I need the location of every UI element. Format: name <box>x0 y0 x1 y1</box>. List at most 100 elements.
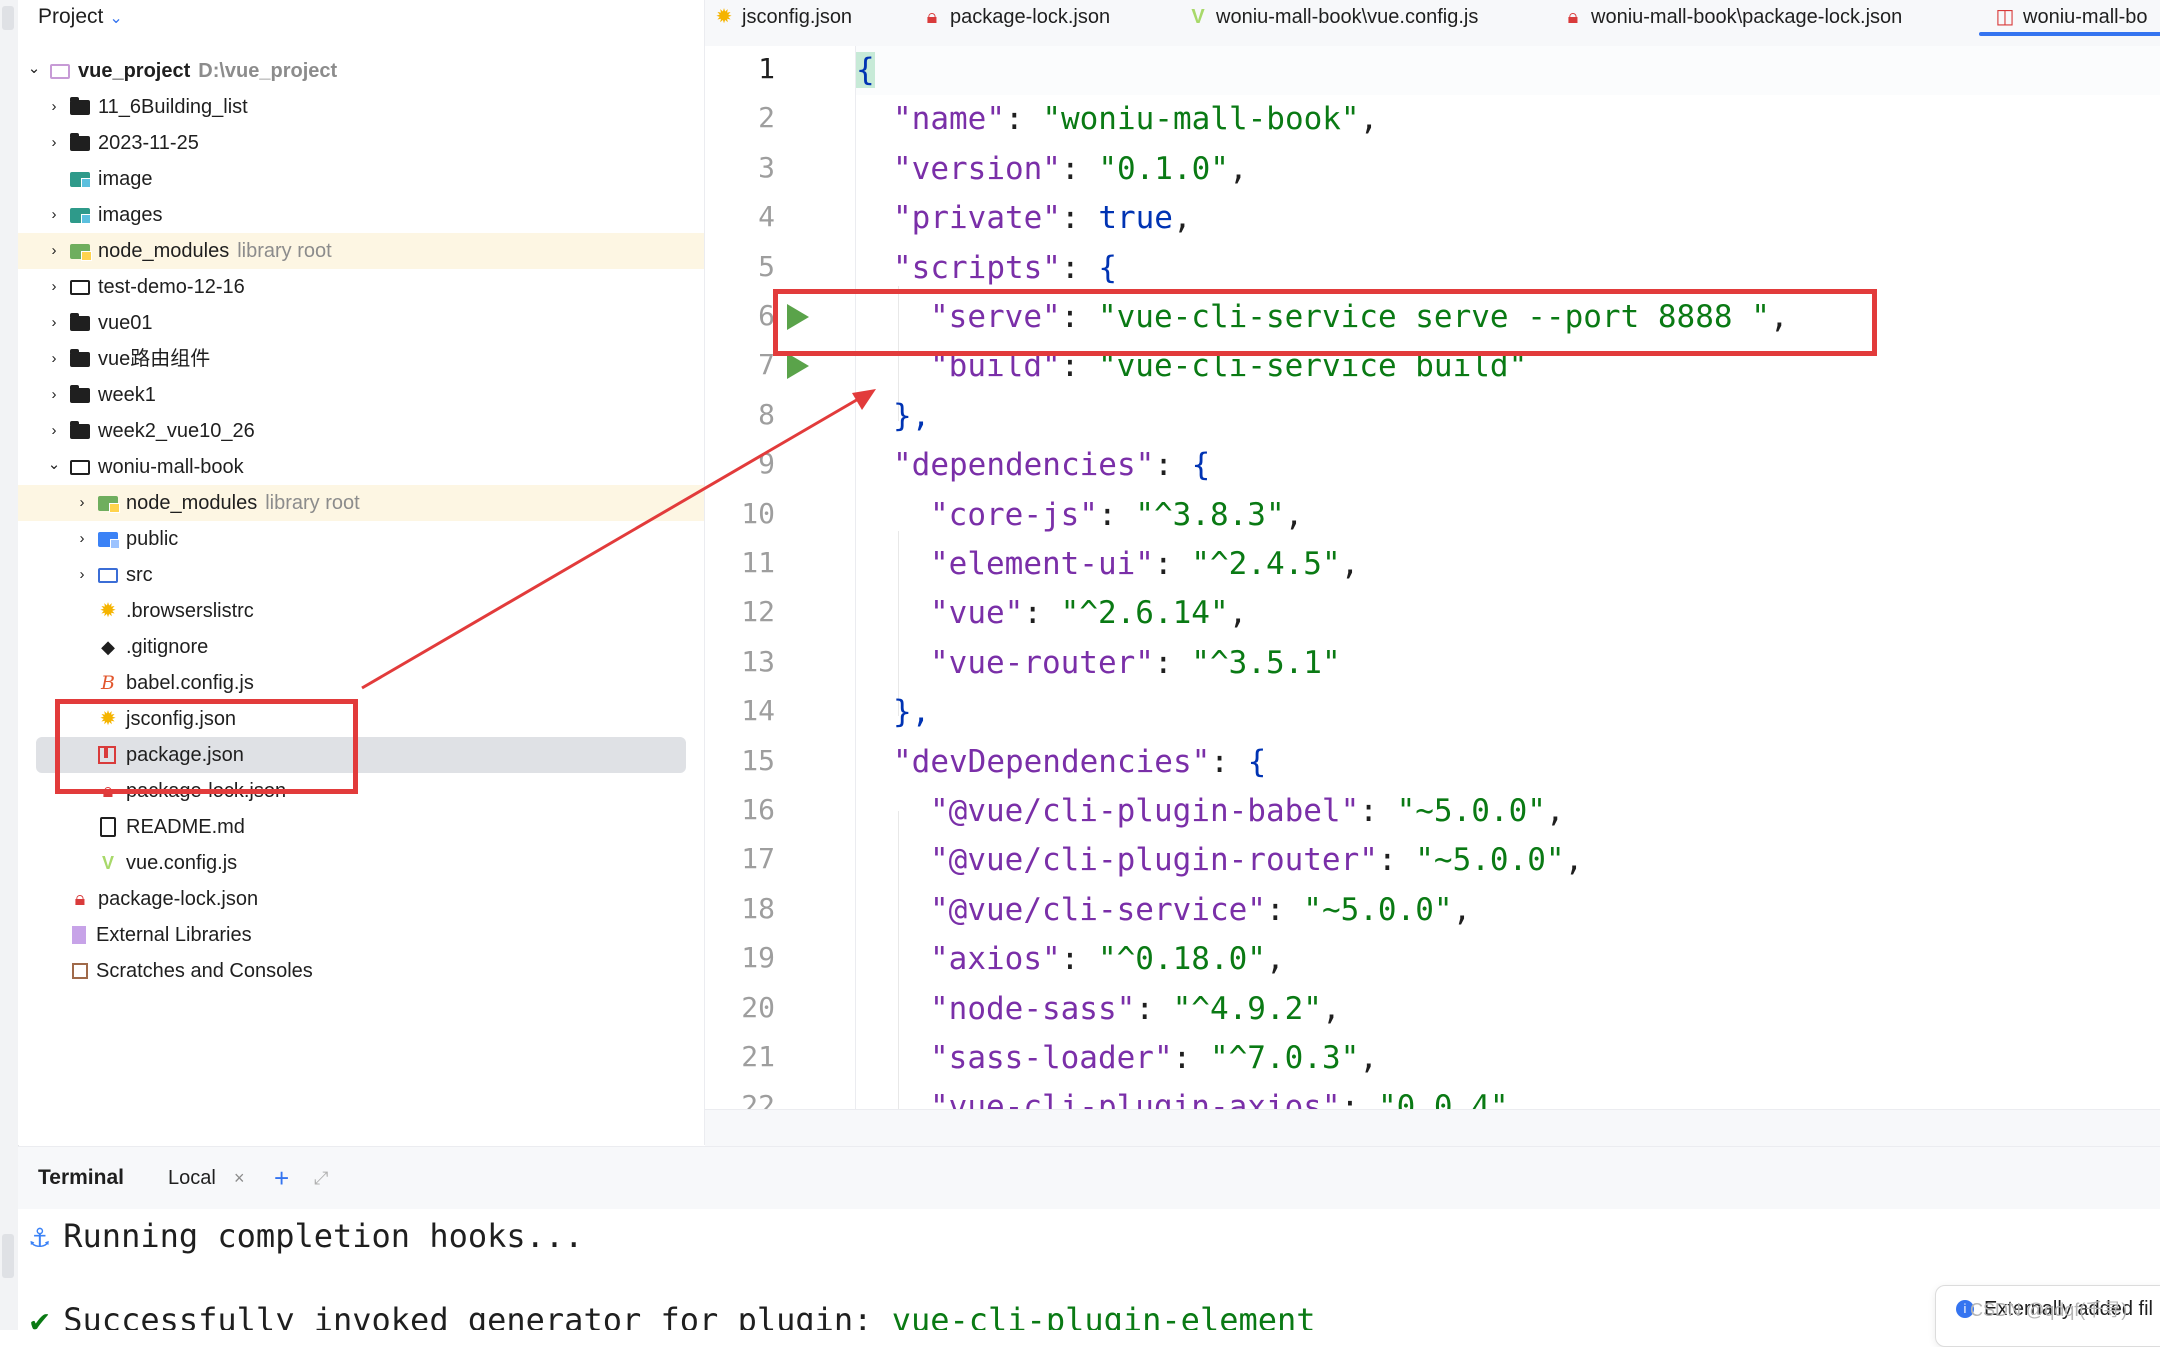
json-value: "woniu-mall-book" <box>1042 101 1360 138</box>
tab-label: woniu-mall-bo <box>2023 6 2148 28</box>
chevron-down-icon[interactable]: ⌄ <box>26 51 42 87</box>
chevron-right-icon[interactable]: › <box>46 89 62 125</box>
tree-node[interactable]: › 11_6Building_list <box>18 89 704 125</box>
line-number: 22 <box>741 1089 775 1109</box>
tree-node[interactable]: ✹ .browserslistrc <box>18 593 704 629</box>
lock-icon: 🔒︎ <box>1567 6 1579 28</box>
json-value: "^3.5.1" <box>1191 644 1341 681</box>
chevron-right-icon[interactable]: › <box>74 485 90 521</box>
code-line: "vue-cli-plugin-axios": "0.0.4", <box>930 1083 1527 1109</box>
expand-icon[interactable]: ⤢ <box>314 1147 328 1209</box>
json-key: "element-ui" <box>930 546 1154 582</box>
resource-folder-icon <box>70 172 91 188</box>
chevron-right-icon[interactable]: › <box>46 305 62 341</box>
tab-package-json-active[interactable]: ◫ woniu-mall-bo <box>1979 0 2160 46</box>
tree-node[interactable]: ⌄ vue_project D:\vue_project <box>18 53 704 89</box>
tree-node[interactable]: › test-demo-12-16 <box>18 269 704 305</box>
line-number: 2 <box>758 101 775 135</box>
tree-node[interactable]: Scratches and Consoles <box>18 953 704 989</box>
tree-node-label: woniu-mall-book <box>98 456 244 478</box>
json-colon: : <box>1060 200 1099 237</box>
tree-node[interactable]: › week1 <box>18 377 704 413</box>
tree-node[interactable]: › vue路由组件 <box>18 341 704 377</box>
terminal-title: Terminal <box>38 1166 124 1189</box>
tree-node[interactable]: › 2023-11-25 <box>18 125 704 161</box>
json-key: "@vue/cli-service" <box>930 891 1266 928</box>
tree-node[interactable]: B babel.config.js <box>18 665 704 701</box>
terminal-output[interactable]: ⚓ Running completion hooks... ✔ Successful… <box>18 1209 2160 1330</box>
editor-horizontal-scrollbar[interactable] <box>705 1109 2160 1146</box>
tree-node[interactable]: ⌄ woniu-mall-book <box>18 449 704 485</box>
json-colon: : <box>1060 941 1098 978</box>
chevron-right-icon[interactable]: › <box>46 197 62 233</box>
json-value: "^3.8.3" <box>1135 496 1285 533</box>
terminal-toolbar: Terminal Local × + ⤢ <box>18 1146 2160 1210</box>
terminal-link[interactable]: vue-cli-plugin-element <box>892 1301 1316 1330</box>
run-script-icon[interactable] <box>787 353 809 380</box>
tree-node-label: node_modules <box>98 240 230 262</box>
tool-window-button[interactable] <box>2 6 14 30</box>
code-line: { <box>856 46 875 95</box>
tree-node-label: vue_project <box>78 60 191 82</box>
tree-node-label: babel.config.js <box>126 672 254 694</box>
tree-node[interactable]: › vue01 <box>18 305 704 341</box>
tree-node[interactable]: V vue.config.js <box>18 845 704 881</box>
chevron-right-icon[interactable]: › <box>74 557 90 593</box>
chevron-right-icon[interactable]: › <box>46 233 62 269</box>
tree-node[interactable]: › node_modules library root <box>18 233 704 269</box>
tree-node[interactable]: External Libraries <box>18 917 704 953</box>
config-gear-icon: ✹ <box>99 600 117 622</box>
json-key: "name" <box>893 101 1005 138</box>
chevron-down-icon[interactable]: ⌄ <box>46 447 62 483</box>
json-value: "~5.0.0" <box>1415 842 1565 879</box>
tree-node[interactable]: › node_modules library root <box>18 485 704 521</box>
current-line-highlight <box>855 46 2160 95</box>
json-key: "@vue/cli-plugin-router" <box>930 842 1378 879</box>
json-colon: : <box>1172 1040 1210 1076</box>
tree-node[interactable]: › src <box>18 557 704 593</box>
tree-node[interactable]: image <box>18 161 704 197</box>
tree-node-label: week2_vue10_26 <box>98 420 255 442</box>
tab-vue-config-js[interactable]: Vwoniu-mall-book\vue.config.js <box>1188 0 1478 46</box>
project-panel-header[interactable]: Project ⌄ <box>38 0 123 34</box>
tree-node-label: node_modules <box>126 492 258 514</box>
add-icon[interactable]: + <box>274 1147 289 1209</box>
tree-node-label: vue01 <box>98 312 153 334</box>
tree-node[interactable]: › public <box>18 521 704 557</box>
tree-node[interactable]: README.md <box>18 809 704 845</box>
tree-node-label: test-demo-12-16 <box>98 276 245 298</box>
chevron-right-icon[interactable]: › <box>46 341 62 377</box>
code-line: "devDependencies": { <box>893 738 1266 787</box>
json-comma: , <box>1545 793 1565 829</box>
line-number: 15 <box>741 743 775 777</box>
json-value: "0.0.4" <box>1377 1089 1509 1109</box>
tool-window-button[interactable] <box>2 1234 14 1278</box>
code-line: "vue": "^2.6.14", <box>930 589 1247 638</box>
chevron-right-icon[interactable]: › <box>74 521 90 557</box>
json-value: "^2.6.14" <box>1060 595 1229 632</box>
tree-node-label: public <box>126 528 179 550</box>
tree-node-label: 2023-11-25 <box>98 132 199 154</box>
code-line: "sass-loader": "^7.0.3", <box>930 1034 1378 1083</box>
chevron-right-icon[interactable]: › <box>46 269 62 305</box>
tab-woniu-package-lock-json[interactable]: 🔒︎ woniu-mall-book\package-lock.json <box>1563 0 1903 46</box>
folder-icon <box>70 349 90 367</box>
chevron-right-icon[interactable]: › <box>46 377 62 413</box>
json-key: "sass-loader" <box>930 1040 1173 1076</box>
tree-node[interactable]: › images <box>18 197 704 233</box>
chevron-down-icon[interactable]: ⌄ <box>109 10 122 27</box>
line-number: 17 <box>741 842 775 876</box>
tree-node[interactable]: › week2_vue10_26 <box>18 413 704 449</box>
json-key: "vue-cli-plugin-axios" <box>930 1089 1341 1109</box>
tree-node[interactable]: 🔒︎ package-lock.json <box>18 881 704 917</box>
code-line: "vue-router": "^3.5.1" <box>930 639 1341 688</box>
chevron-right-icon[interactable]: › <box>46 125 62 161</box>
tree-node[interactable]: ◆ .gitignore <box>18 629 704 665</box>
chevron-right-icon[interactable]: › <box>46 413 62 449</box>
json-colon: : <box>1097 496 1136 533</box>
close-icon[interactable]: × <box>234 1147 245 1209</box>
code-editor[interactable]: 1 2 3 4 5 6 7 8 9 10 11 12 13 14 15 16 17 18 19 20 21 22 {"na… <box>705 46 2160 1109</box>
tab-jsconfig-json[interactable]: ✹ jsconfig.json <box>714 0 852 46</box>
terminal-tab-local[interactable]: Local <box>168 1147 216 1209</box>
tab-package-lock-json[interactable]: 🔒︎ package-lock.json <box>922 0 1110 46</box>
